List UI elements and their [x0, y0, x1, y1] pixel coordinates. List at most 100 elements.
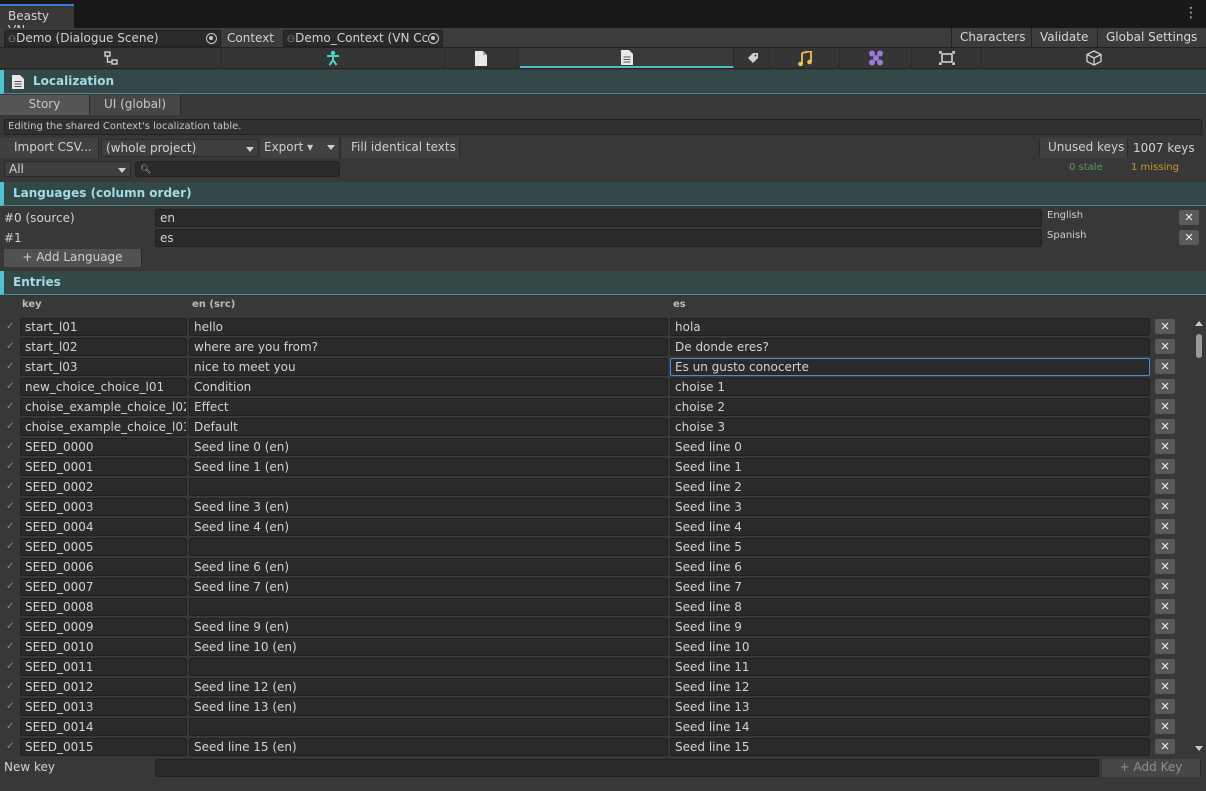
tab-frames[interactable] — [912, 48, 982, 68]
entry-key-field[interactable]: SEED_0007 — [20, 578, 187, 596]
entry-source-field[interactable] — [189, 478, 668, 496]
entry-target-field[interactable]: Seed line 7 — [670, 578, 1150, 596]
delete-entry-button[interactable]: ✕ — [1155, 339, 1175, 354]
entry-target-field[interactable]: Seed line 2 — [670, 478, 1150, 496]
entry-target-field[interactable]: hola — [670, 318, 1150, 336]
global-settings-button[interactable]: Global Settings — [1097, 28, 1206, 48]
delete-entry-button[interactable]: ✕ — [1155, 639, 1175, 654]
entry-source-field[interactable]: Seed line 7 (en) — [189, 578, 668, 596]
validate-button[interactable]: Validate — [1031, 28, 1096, 48]
delete-entry-button[interactable]: ✕ — [1155, 679, 1175, 694]
entry-source-field[interactable]: where are you from? — [189, 338, 668, 356]
entry-source-field[interactable] — [189, 658, 668, 676]
entry-key-field[interactable]: SEED_0006 — [20, 558, 187, 576]
entry-source-field[interactable] — [189, 538, 668, 556]
entry-source-field[interactable]: Seed line 3 (en) — [189, 498, 668, 516]
entry-target-field[interactable]: Seed line 14 — [670, 718, 1150, 736]
entry-key-field[interactable]: SEED_0003 — [20, 498, 187, 516]
entry-target-field[interactable]: Seed line 3 — [670, 498, 1150, 516]
delete-entry-button[interactable]: ✕ — [1155, 619, 1175, 634]
delete-entry-button[interactable]: ✕ — [1155, 579, 1175, 594]
new-key-input[interactable] — [155, 759, 1099, 777]
search-input[interactable]: 🔍︎ — [135, 161, 340, 177]
entry-key-field[interactable]: SEED_0005 — [20, 538, 187, 556]
language-code-field[interactable]: es — [155, 229, 1042, 247]
tab-graph[interactable] — [0, 48, 222, 68]
delete-entry-button[interactable]: ✕ — [1155, 499, 1175, 514]
tab-packages[interactable] — [982, 48, 1206, 68]
entry-target-field[interactable]: Seed line 11 — [670, 658, 1150, 676]
delete-entry-button[interactable]: ✕ — [1155, 459, 1175, 474]
entry-target-field[interactable]: De donde eres? — [670, 338, 1150, 356]
scene-picker-icon[interactable] — [206, 33, 217, 44]
entry-key-field[interactable]: start_l02 — [20, 338, 187, 356]
entry-source-field[interactable]: Seed line 10 (en) — [189, 638, 668, 656]
entry-target-field[interactable]: Seed line 13 — [670, 698, 1150, 716]
delete-entry-button[interactable]: ✕ — [1155, 439, 1175, 454]
entry-target-field[interactable]: Seed line 4 — [670, 518, 1150, 536]
entry-target-field[interactable]: Seed line 15 — [670, 738, 1150, 756]
tab-tags[interactable] — [737, 48, 770, 68]
delete-entry-button[interactable]: ✕ — [1155, 379, 1175, 394]
entry-target-field[interactable]: Seed line 1 — [670, 458, 1150, 476]
entry-key-field[interactable]: SEED_0012 — [20, 678, 187, 696]
kebab-menu-icon[interactable]: ⋮ — [1184, 6, 1198, 20]
delete-entry-button[interactable]: ✕ — [1155, 719, 1175, 734]
scrollbar-thumb[interactable] — [1196, 334, 1202, 358]
entry-target-field[interactable]: Seed line 9 — [670, 618, 1150, 636]
entry-key-field[interactable]: SEED_0008 — [20, 598, 187, 616]
filter-dropdown[interactable]: All — [4, 161, 131, 177]
entry-source-field[interactable]: Seed line 6 (en) — [189, 558, 668, 576]
scene-object-field[interactable]: ⚇Demo (Dialogue Scene) — [4, 30, 221, 47]
entry-key-field[interactable]: SEED_0004 — [20, 518, 187, 536]
window-tab[interactable]: Beasty VN — [0, 4, 74, 37]
unused-keys-button[interactable]: Unused keys — [1039, 138, 1128, 158]
entry-source-field[interactable]: Seed line 13 (en) — [189, 698, 668, 716]
scroll-down-icon[interactable] — [1195, 746, 1203, 751]
scroll-up-icon[interactable] — [1195, 321, 1203, 326]
entry-target-field[interactable]: choise 3 — [670, 418, 1150, 436]
delete-entry-button[interactable]: ✕ — [1155, 659, 1175, 674]
entry-key-field[interactable]: start_l03 — [20, 358, 187, 376]
context-object-field[interactable]: ⚇Demo_Context (VN Cc — [283, 30, 443, 47]
context-picker-icon[interactable] — [428, 33, 439, 44]
entry-key-field[interactable]: SEED_0009 — [20, 618, 187, 636]
entry-target-field[interactable]: Seed line 12 — [670, 678, 1150, 696]
entry-source-field[interactable]: Seed line 1 (en) — [189, 458, 668, 476]
remove-language-button[interactable]: ✕ — [1179, 230, 1199, 245]
entry-target-field[interactable]: Seed line 10 — [670, 638, 1150, 656]
tab-pages[interactable] — [445, 48, 517, 68]
entry-key-field[interactable]: SEED_0013 — [20, 698, 187, 716]
delete-entry-button[interactable]: ✕ — [1155, 699, 1175, 714]
scope-dropdown[interactable]: (whole project) — [101, 139, 259, 157]
entry-key-field[interactable]: SEED_0010 — [20, 638, 187, 656]
delete-entry-button[interactable]: ✕ — [1155, 599, 1175, 614]
import-csv-button[interactable]: Import CSV... — [0, 138, 99, 158]
add-key-button[interactable]: + Add Key — [1102, 759, 1201, 777]
export-dropdown[interactable]: Export ▾ — [260, 138, 340, 158]
add-language-button[interactable]: + Add Language — [4, 249, 142, 267]
delete-entry-button[interactable]: ✕ — [1155, 399, 1175, 414]
delete-entry-button[interactable]: ✕ — [1155, 479, 1175, 494]
delete-entry-button[interactable]: ✕ — [1155, 359, 1175, 374]
entry-source-field[interactable]: Seed line 12 (en) — [189, 678, 668, 696]
entry-source-field[interactable]: hello — [189, 318, 668, 336]
entry-source-field[interactable]: Seed line 9 (en) — [189, 618, 668, 636]
entry-key-field[interactable]: choise_example_choice_l03 — [20, 418, 187, 436]
delete-entry-button[interactable]: ✕ — [1155, 519, 1175, 534]
entry-key-field[interactable]: choise_example_choice_l02 — [20, 398, 187, 416]
subtab-ui-global[interactable]: UI (global) — [90, 95, 181, 115]
entry-target-field[interactable]: Seed line 5 — [670, 538, 1150, 556]
entry-target-field[interactable]: Seed line 6 — [670, 558, 1150, 576]
entry-source-field[interactable]: Seed line 15 (en) — [189, 738, 668, 756]
entry-source-field[interactable]: Seed line 0 (en) — [189, 438, 668, 456]
entry-target-field[interactable]: Seed line 8 — [670, 598, 1150, 616]
entry-key-field[interactable]: new_choice_choice_l01 — [20, 378, 187, 396]
delete-entry-button[interactable]: ✕ — [1155, 559, 1175, 574]
tab-characters[interactable] — [222, 48, 445, 68]
delete-entry-button[interactable]: ✕ — [1155, 539, 1175, 554]
entry-target-field[interactable]: Es un gusto conocerte — [670, 358, 1150, 376]
entry-key-field[interactable]: SEED_0001 — [20, 458, 187, 476]
entry-key-field[interactable]: SEED_0011 — [20, 658, 187, 676]
entry-target-field[interactable]: choise 2 — [670, 398, 1150, 416]
